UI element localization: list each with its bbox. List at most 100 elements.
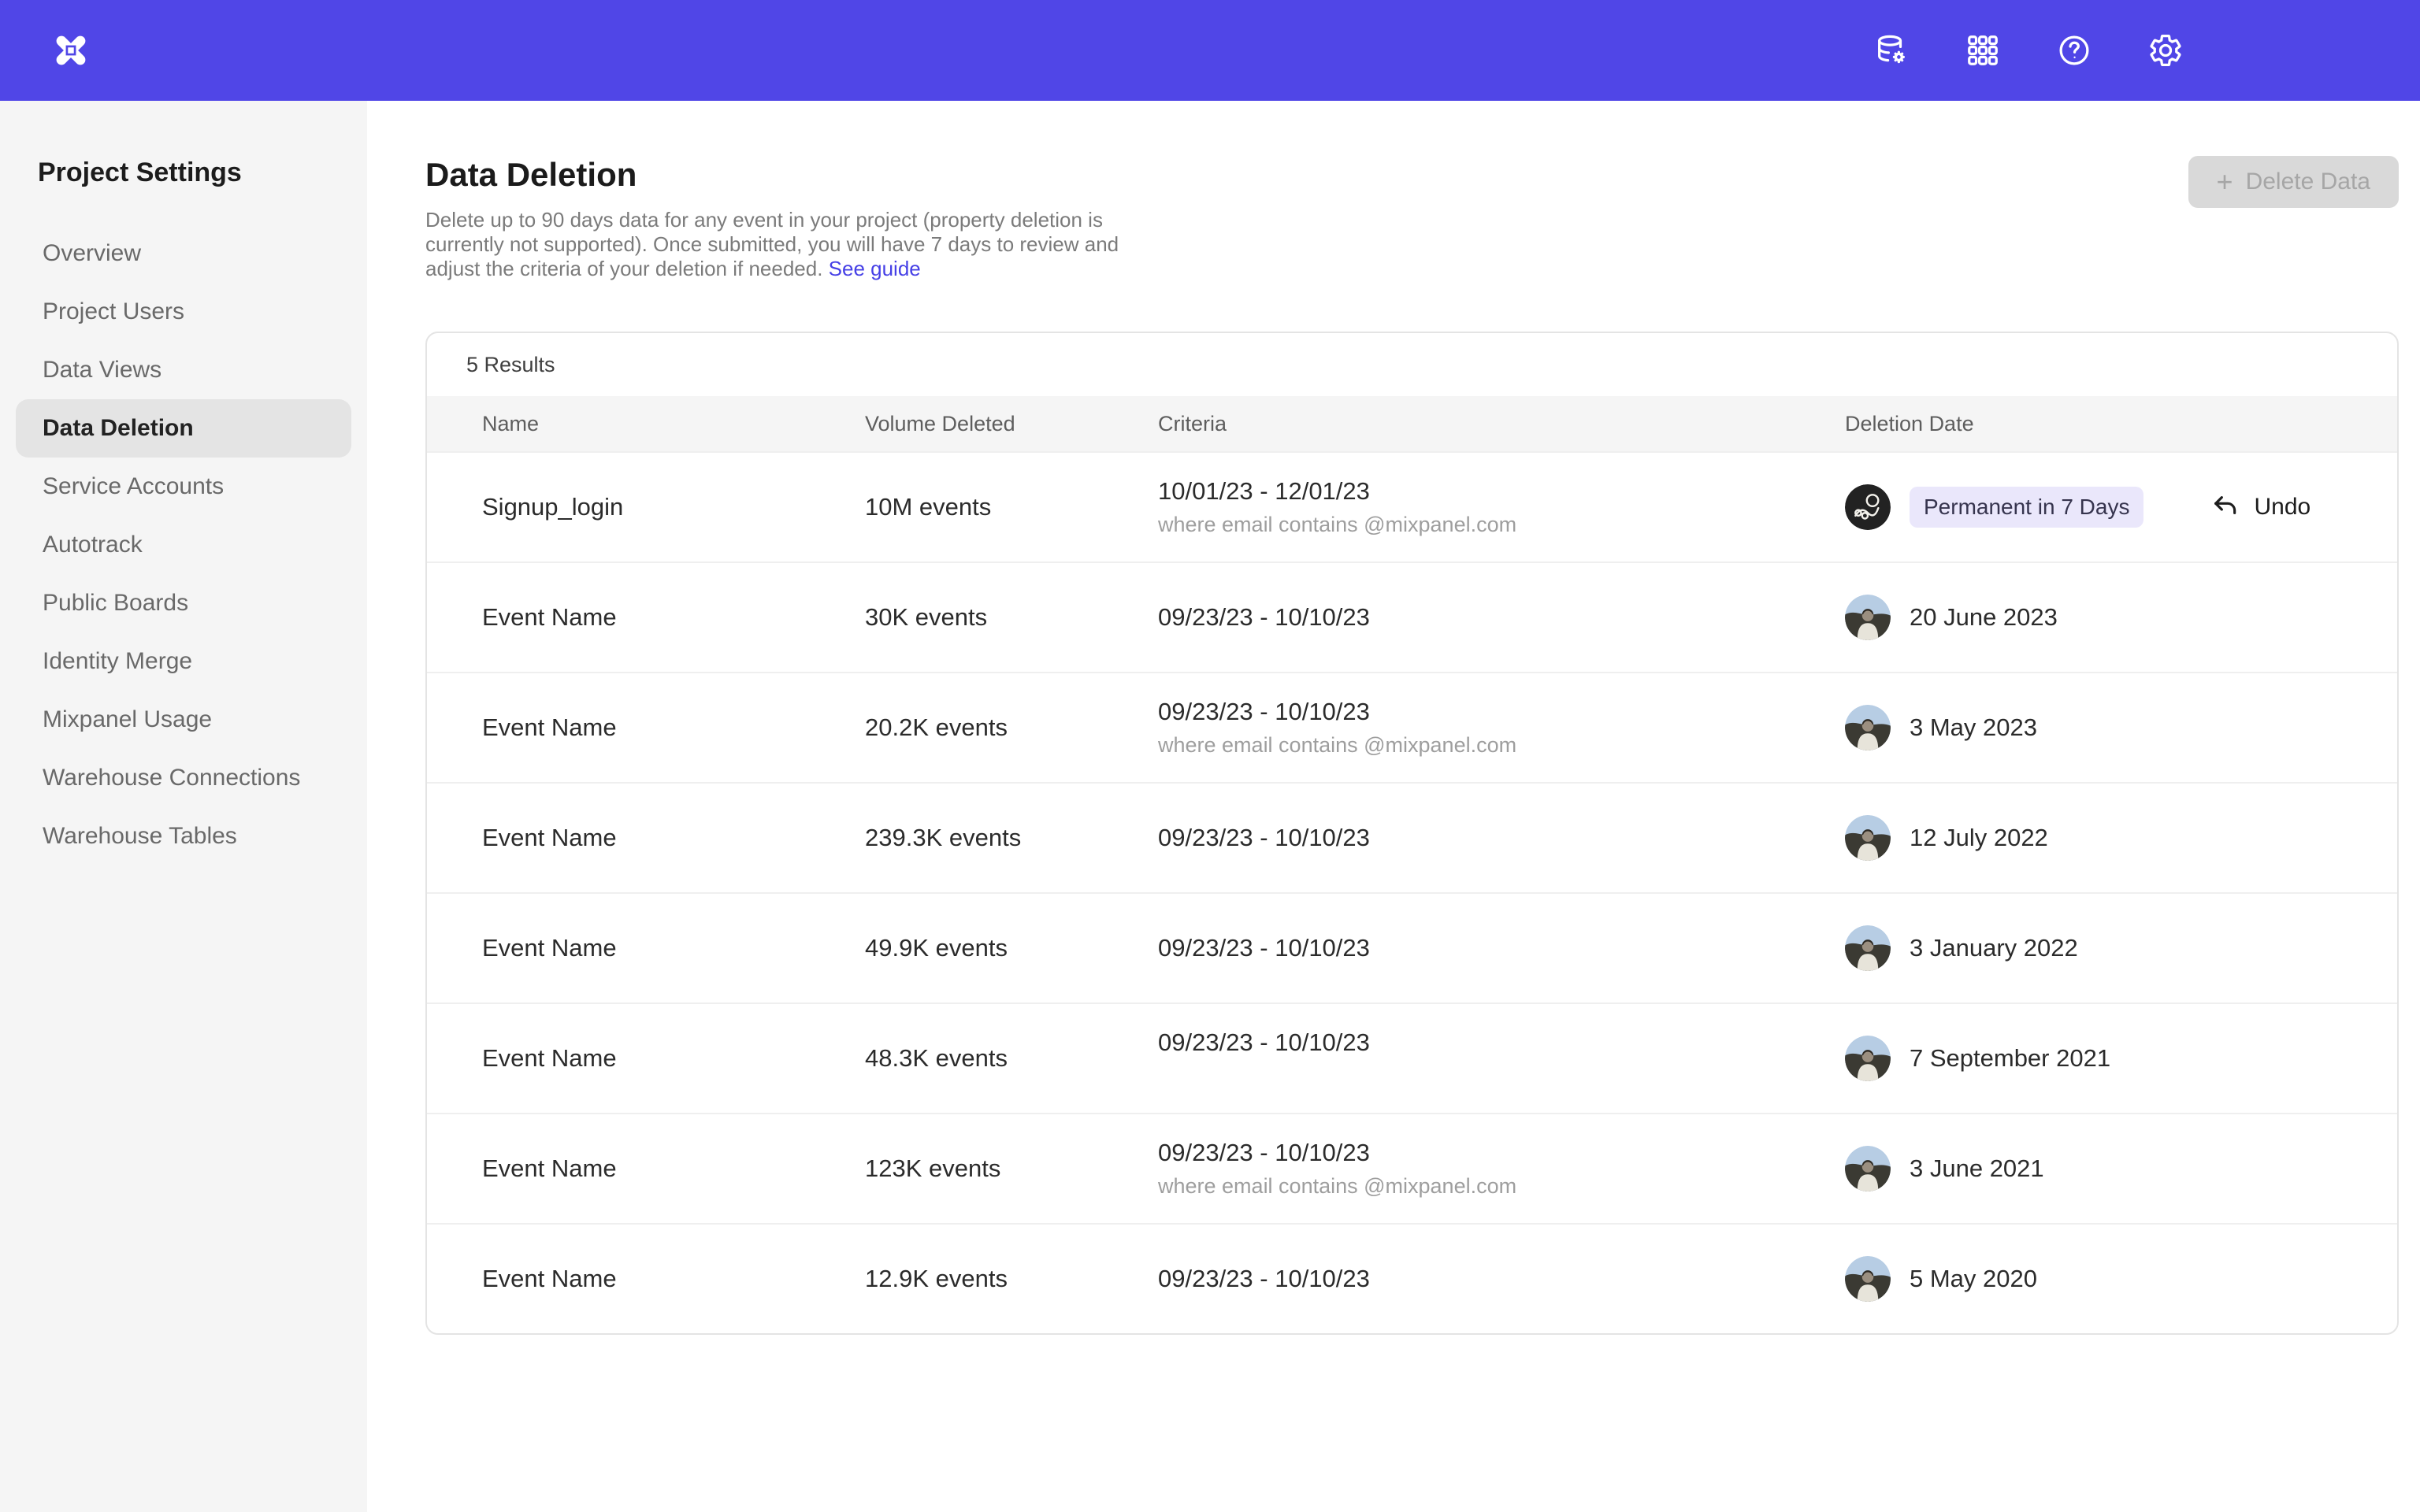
criteria-cell: 09/23/23 - 10/10/23 where email contains… bbox=[1158, 1139, 1845, 1199]
volume-cell: 30K events bbox=[865, 603, 1158, 632]
criteria-range: 10/01/23 - 12/01/23 bbox=[1158, 477, 1845, 506]
criteria-range: 09/23/23 - 10/10/23 bbox=[1158, 934, 1845, 962]
apps-grid-icon[interactable] bbox=[1965, 32, 2001, 69]
table-row: Event Name 30K events 09/23/23 - 10/10/2… bbox=[427, 561, 2397, 672]
criteria-subtext: where email contains @mixpanel.com bbox=[1158, 1174, 1845, 1199]
results-count: 5 Results bbox=[427, 333, 2397, 396]
sidebar-item-identity-merge[interactable]: Identity Merge bbox=[16, 632, 351, 691]
deletion-date-cell: 7 September 2021 bbox=[1845, 1036, 2397, 1081]
criteria-range: 09/23/23 - 10/10/23 bbox=[1158, 603, 1845, 632]
volume-cell: 12.9K events bbox=[865, 1265, 1158, 1293]
see-guide-link[interactable]: See guide bbox=[829, 257, 921, 280]
sidebar-item-list: OverviewProject UsersData ViewsData Dele… bbox=[0, 224, 367, 865]
criteria-cell: 09/23/23 - 10/10/23 bbox=[1158, 1265, 1845, 1293]
event-name-cell: Event Name bbox=[427, 603, 865, 632]
user-avatar bbox=[1845, 1036, 1891, 1081]
main-content: Data Deletion Delete up to 90 days data … bbox=[367, 101, 2420, 1512]
topbar-icon-group bbox=[1873, 32, 2184, 69]
table-row: Event Name 20.2K events 09/23/23 - 10/10… bbox=[427, 672, 2397, 782]
table-row: Event Name 239.3K events 09/23/23 - 10/1… bbox=[427, 782, 2397, 892]
criteria-range: 09/23/23 - 10/10/23 bbox=[1158, 698, 1845, 726]
table-row: Signup_login 10M events 10/01/23 - 12/01… bbox=[427, 451, 2397, 561]
event-name-cell: Event Name bbox=[427, 934, 865, 962]
table-row: Event Name 123K events 09/23/23 - 10/10/… bbox=[427, 1113, 2397, 1223]
sidebar-item-data-views[interactable]: Data Views bbox=[16, 341, 351, 399]
deletion-date-cell: 3 May 2023 bbox=[1845, 705, 2397, 750]
criteria-subtext bbox=[1158, 1064, 1845, 1088]
criteria-cell: 09/23/23 - 10/10/23 bbox=[1158, 824, 1845, 852]
criteria-range: 09/23/23 - 10/10/23 bbox=[1158, 1265, 1845, 1293]
settings-gear-icon[interactable] bbox=[2147, 32, 2184, 69]
criteria-range: 09/23/23 - 10/10/23 bbox=[1158, 1139, 1845, 1167]
event-name-cell: Event Name bbox=[427, 1265, 865, 1293]
sidebar-item-project-users[interactable]: Project Users bbox=[16, 283, 351, 341]
deletion-date: 3 May 2023 bbox=[1910, 713, 2037, 742]
undo-label: Undo bbox=[2254, 494, 2311, 521]
deletion-date-cell: 5 May 2020 bbox=[1845, 1256, 2397, 1302]
volume-cell: 20.2K events bbox=[865, 713, 1158, 742]
project-settings-sidebar: Project Settings OverviewProject UsersDa… bbox=[0, 101, 367, 1512]
undo-icon bbox=[2210, 491, 2241, 523]
user-avatar bbox=[1845, 705, 1891, 750]
page-description: Delete up to 90 days data for any event … bbox=[425, 208, 1170, 281]
criteria-cell: 09/23/23 - 10/10/23 where email contains… bbox=[1158, 698, 1845, 758]
sidebar-item-mixpanel-usage[interactable]: Mixpanel Usage bbox=[16, 691, 351, 749]
volume-cell: 48.3K events bbox=[865, 1044, 1158, 1073]
deletion-date: 5 May 2020 bbox=[1910, 1265, 2037, 1293]
column-header-volume: Volume Deleted bbox=[865, 412, 1158, 436]
column-header-deletion-date: Deletion Date bbox=[1845, 412, 2397, 436]
deletion-date-cell: 3 January 2022 bbox=[1845, 925, 2397, 971]
deletion-date-cell: 20 June 2023 bbox=[1845, 595, 2397, 640]
delete-data-button-label: Delete Data bbox=[2246, 169, 2370, 195]
mixpanel-logo[interactable] bbox=[49, 28, 93, 72]
deletion-date: 3 January 2022 bbox=[1910, 934, 2078, 962]
sidebar-heading: Project Settings bbox=[38, 158, 367, 188]
top-navigation-bar bbox=[0, 0, 2420, 101]
deletion-date: 7 September 2021 bbox=[1910, 1044, 2110, 1073]
deletion-results-card: 5 Results Name Volume Deleted Criteria D… bbox=[425, 332, 2399, 1335]
deletion-date: 3 June 2021 bbox=[1910, 1154, 2044, 1183]
event-name-cell: Event Name bbox=[427, 1044, 865, 1073]
sidebar-item-overview[interactable]: Overview bbox=[16, 224, 351, 283]
sidebar-item-service-accounts[interactable]: Service Accounts bbox=[16, 458, 351, 516]
sidebar-item-autotrack[interactable]: Autotrack bbox=[16, 516, 351, 574]
column-header-name: Name bbox=[427, 412, 865, 436]
criteria-cell: 09/23/23 - 10/10/23 bbox=[1158, 934, 1845, 962]
sidebar-item-public-boards[interactable]: Public Boards bbox=[16, 574, 351, 632]
deletion-date: 20 June 2023 bbox=[1910, 603, 2058, 632]
volume-cell: 10M events bbox=[865, 493, 1158, 521]
table-row: Event Name 12.9K events 09/23/23 - 10/10… bbox=[427, 1223, 2397, 1333]
table-row: Event Name 49.9K events 09/23/23 - 10/10… bbox=[427, 892, 2397, 1002]
deletion-date-cell: 3 June 2021 bbox=[1845, 1146, 2397, 1191]
criteria-cell: 09/23/23 - 10/10/23 bbox=[1158, 1028, 1845, 1088]
event-name-cell: Event Name bbox=[427, 713, 865, 742]
sidebar-item-data-deletion[interactable]: Data Deletion bbox=[16, 399, 351, 458]
delete-data-button[interactable]: + Delete Data bbox=[2188, 156, 2399, 208]
data-management-icon[interactable] bbox=[1873, 32, 1910, 69]
volume-cell: 123K events bbox=[865, 1154, 1158, 1183]
user-avatar bbox=[1845, 1146, 1891, 1191]
user-avatar bbox=[1845, 925, 1891, 971]
volume-cell: 49.9K events bbox=[865, 934, 1158, 962]
page-description-text: Delete up to 90 days data for any event … bbox=[425, 208, 1119, 280]
help-icon[interactable] bbox=[2056, 32, 2092, 69]
criteria-range: 09/23/23 - 10/10/23 bbox=[1158, 1028, 1845, 1057]
sidebar-item-warehouse-connections[interactable]: Warehouse Connections bbox=[16, 749, 351, 807]
user-avatar bbox=[1845, 484, 1891, 530]
event-name-cell: Event Name bbox=[427, 1154, 865, 1183]
event-name-cell: Event Name bbox=[427, 824, 865, 852]
event-name-cell: Signup_login bbox=[427, 493, 865, 521]
user-avatar bbox=[1845, 815, 1891, 861]
undo-button[interactable]: Undo bbox=[2210, 491, 2311, 523]
criteria-cell: 09/23/23 - 10/10/23 bbox=[1158, 603, 1845, 632]
sidebar-item-warehouse-tables[interactable]: Warehouse Tables bbox=[16, 807, 351, 865]
user-avatar bbox=[1845, 1256, 1891, 1302]
column-header-criteria: Criteria bbox=[1158, 412, 1845, 436]
deletion-date: 12 July 2022 bbox=[1910, 824, 2048, 852]
deletion-date-cell: 12 July 2022 bbox=[1845, 815, 2397, 861]
criteria-subtext: where email contains @mixpanel.com bbox=[1158, 733, 1845, 758]
user-avatar bbox=[1845, 595, 1891, 640]
criteria-range: 09/23/23 - 10/10/23 bbox=[1158, 824, 1845, 852]
page-title: Data Deletion bbox=[425, 156, 1170, 194]
table-body: Signup_login 10M events 10/01/23 - 12/01… bbox=[427, 451, 2397, 1333]
